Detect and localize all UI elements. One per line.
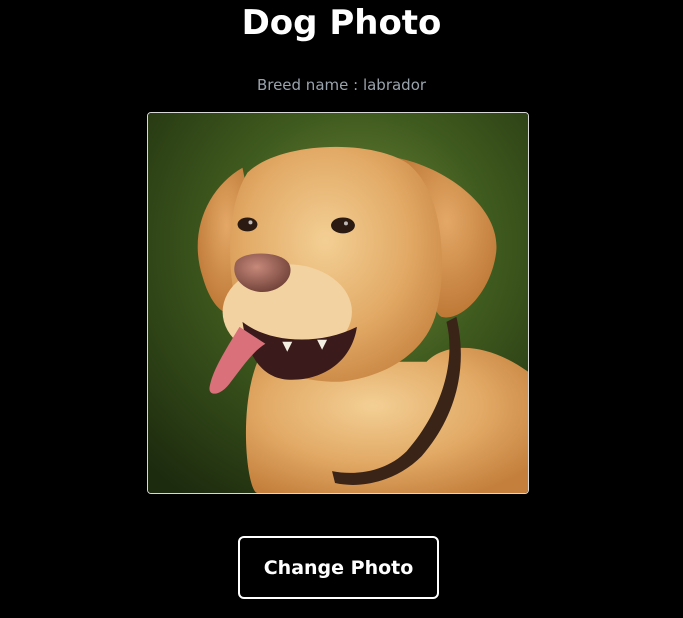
breed-name-label: Breed name : labrador	[256, 76, 427, 94]
page-title: Dog Photo	[241, 3, 442, 43]
change-photo-button[interactable]: Change Photo	[238, 536, 439, 599]
dog-photo-page: Dog Photo Breed name : labrador Change P…	[0, 0, 683, 618]
dog-image	[148, 113, 528, 493]
dog-photo	[147, 112, 529, 494]
